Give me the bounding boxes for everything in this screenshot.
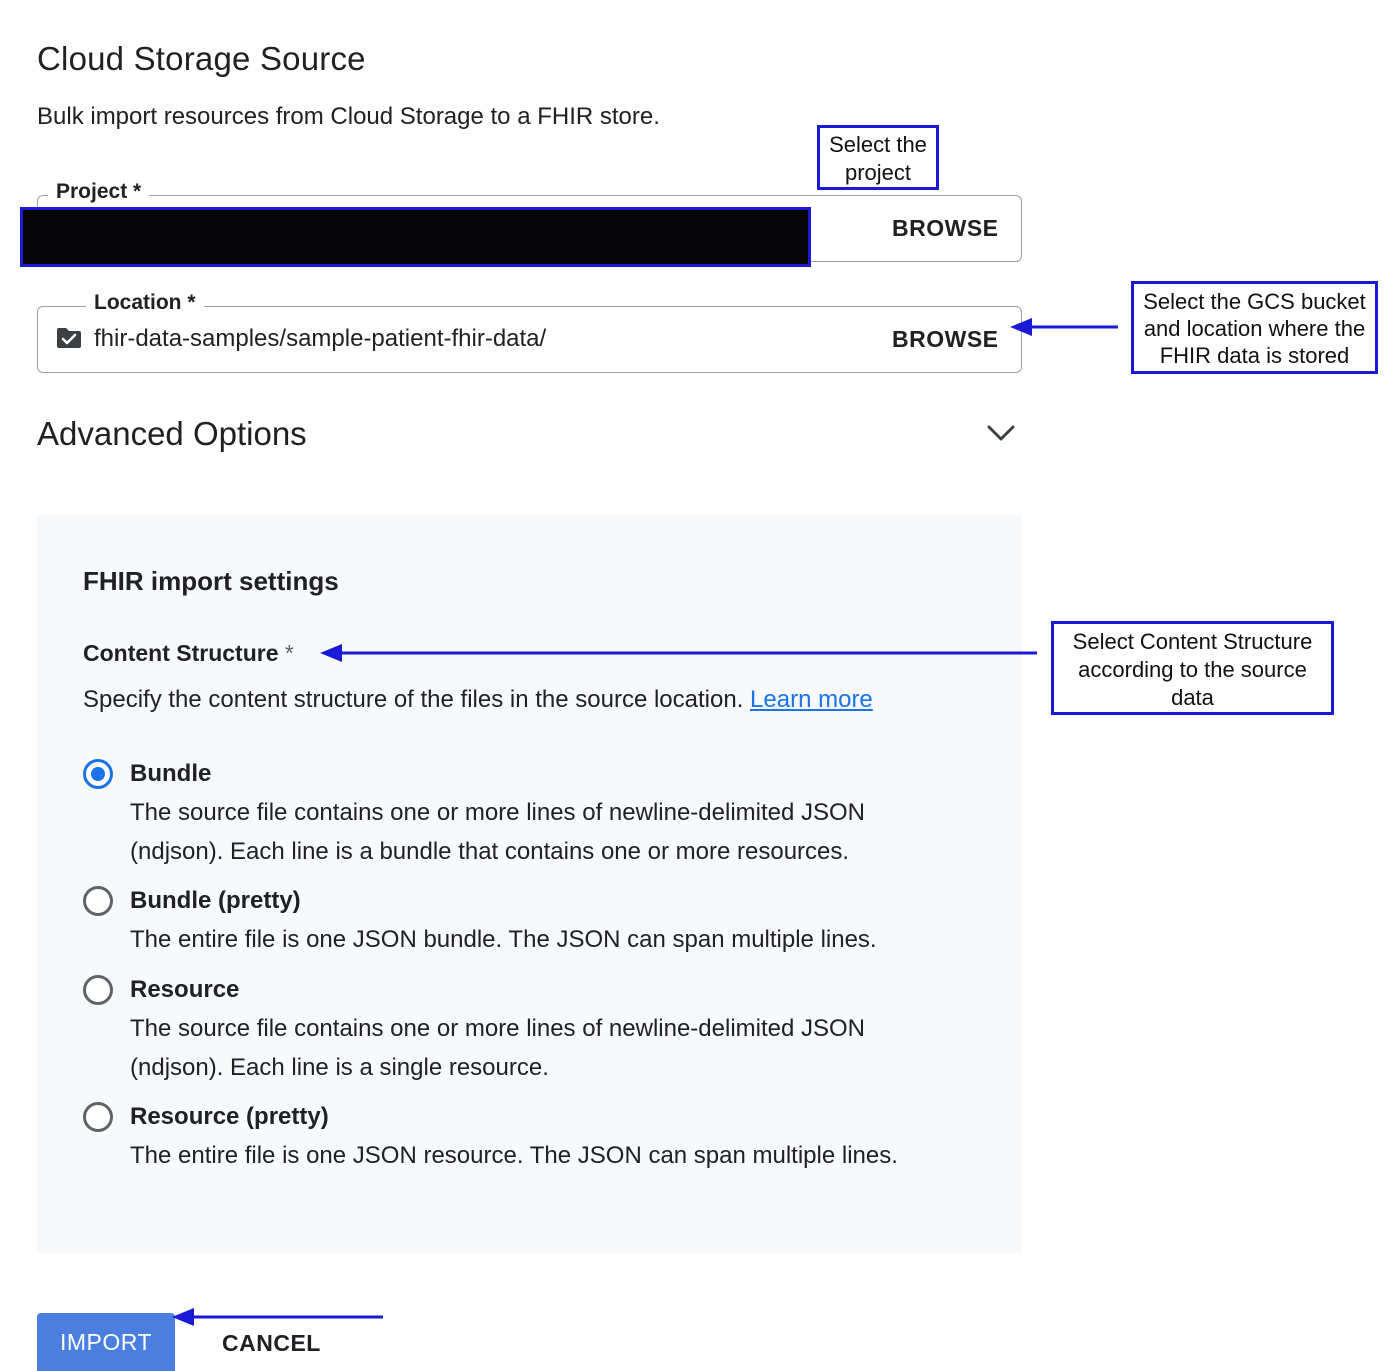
import-button[interactable]: IMPORT: [37, 1313, 175, 1371]
arrow-to-location: [1010, 318, 1118, 336]
content-structure-description: Specify the content structure of the fil…: [83, 686, 873, 714]
content-structure-label: Content Structure *: [83, 640, 294, 667]
annotation-project: Select the project: [817, 125, 939, 190]
annotation-content-line: according to the source: [1078, 657, 1307, 682]
option-label-resource-pretty[interactable]: Resource (pretty): [130, 1103, 329, 1131]
page-title: Cloud Storage Source: [37, 40, 366, 77]
folder-check-icon: [57, 328, 81, 348]
location-browse-button[interactable]: BROWSE: [892, 326, 999, 353]
radio-resource[interactable]: [83, 975, 113, 1005]
cancel-button[interactable]: CANCEL: [222, 1330, 321, 1357]
option-description-bundle: The source file contains one or more lin…: [130, 799, 866, 865]
annotation-location-line: and location where the: [1143, 316, 1366, 341]
project-browse-button[interactable]: BROWSE: [892, 215, 999, 242]
option-description-resource-pretty: The entire file is one JSON resource. Th…: [130, 1142, 898, 1169]
option-label-bundle-pretty[interactable]: Bundle (pretty): [130, 887, 301, 915]
chevron-down-icon[interactable]: [985, 420, 1017, 448]
radio-bundle-pretty[interactable]: [83, 886, 113, 916]
annotation-content-structure: Select Content Structure according to th…: [1051, 621, 1334, 715]
annotation-project-line: project: [844, 160, 912, 185]
project-label: Project *: [48, 180, 150, 204]
option-label-bundle[interactable]: Bundle: [130, 760, 211, 788]
advanced-options-heading[interactable]: Advanced Options: [37, 415, 307, 453]
learn-more-link[interactable]: Learn more: [750, 686, 873, 713]
option-description-resource: The source file contains one or more lin…: [130, 1015, 866, 1081]
annotation-content-line: Select Content Structure: [1072, 629, 1313, 654]
content-structure-desc-text: Specify the content structure of the fil…: [83, 686, 744, 713]
required-marker: *: [284, 640, 294, 666]
annotation-project-line: Select the: [829, 132, 927, 157]
arrow-to-import: [172, 1308, 383, 1326]
annotation-content-line: data: [1171, 685, 1214, 710]
option-description-bundle-pretty: The entire file is one JSON bundle. The …: [130, 926, 877, 953]
radio-resource-pretty[interactable]: [83, 1102, 113, 1132]
location-label: Location *: [86, 291, 204, 315]
content-structure-text: Content Structure: [83, 640, 279, 666]
page-subtitle: Bulk import resources from Cloud Storage…: [37, 103, 660, 130]
project-value-redacted[interactable]: [20, 207, 811, 267]
location-value: fhir-data-samples/sample-patient-fhir-da…: [94, 325, 547, 352]
fhir-import-settings-title: FHIR import settings: [83, 566, 339, 596]
annotation-location: Select the GCS bucket and location where…: [1131, 281, 1378, 374]
option-label-resource[interactable]: Resource: [130, 976, 239, 1004]
radio-bundle[interactable]: [83, 759, 113, 789]
annotation-location-line: FHIR data is stored: [1159, 343, 1350, 368]
annotation-location-line: Select the GCS bucket: [1143, 289, 1366, 314]
